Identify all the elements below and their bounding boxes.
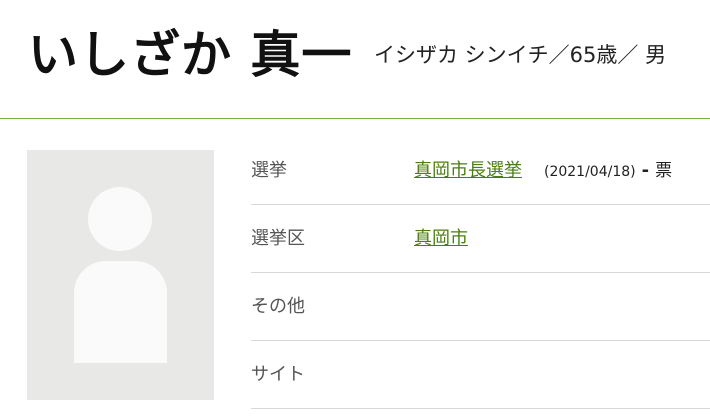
election-value: 真岡市長選挙 (2021/04/18) - 票: [414, 159, 672, 184]
info-row-site: サイト: [251, 341, 710, 409]
election-votes-unit: 票: [655, 161, 673, 181]
district-label: 選挙区: [251, 228, 305, 249]
silhouette-head: [88, 187, 152, 251]
site-label: サイト: [251, 364, 305, 385]
info-row-district: 選挙区 真岡市: [251, 205, 710, 273]
info-row-election: 選挙 真岡市長選挙 (2021/04/18) - 票: [251, 137, 710, 205]
election-label: 選挙: [251, 160, 287, 181]
election-date: (2021/04/18): [544, 164, 636, 180]
candidate-name: いしざか 真一: [28, 26, 353, 84]
profile-header: いしざか 真一 イシザカ シンイチ／65歳／ 男: [0, 0, 710, 119]
district-value: 真岡市: [414, 227, 468, 251]
person-silhouette-icon: [27, 150, 214, 400]
election-link[interactable]: 真岡市長選挙: [414, 160, 522, 181]
district-link[interactable]: 真岡市: [414, 228, 468, 249]
info-row-other: その他: [251, 273, 710, 341]
other-label: その他: [251, 296, 305, 317]
profile-info-table: 選挙 真岡市長選挙 (2021/04/18) - 票 選挙区 真岡市 その他 サイト: [251, 137, 710, 409]
candidate-reading-age-gender: イシザカ シンイチ／65歳／ 男: [374, 43, 667, 67]
election-vote-count: -: [641, 160, 650, 181]
silhouette-body: [74, 261, 167, 363]
